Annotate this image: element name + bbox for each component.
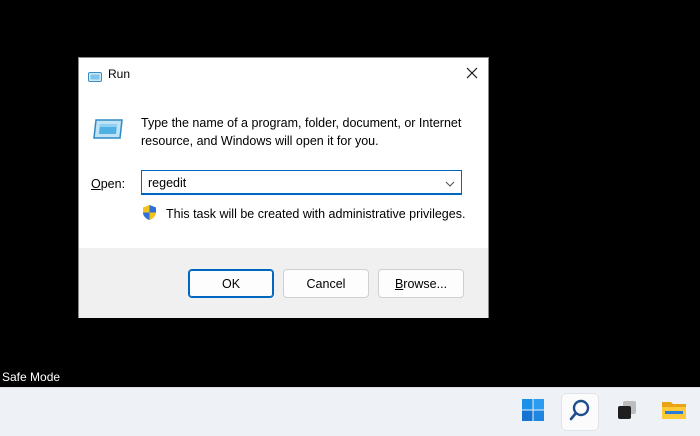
start-icon (521, 398, 545, 427)
open-combobox[interactable] (141, 170, 462, 195)
run-program-icon (92, 117, 124, 141)
open-label: Open: (91, 177, 125, 191)
start-button[interactable] (514, 393, 552, 431)
open-label-text: pen: (100, 177, 126, 191)
task-view-icon (615, 398, 639, 427)
file-explorer-icon (661, 398, 687, 427)
file-explorer-button[interactable] (655, 393, 693, 431)
uac-shield-icon (141, 204, 158, 221)
close-icon (466, 66, 478, 84)
open-label-accelerator: O (91, 177, 101, 191)
search-icon (568, 398, 592, 427)
ok-button[interactable]: OK (188, 269, 274, 298)
browse-accelerator: B (394, 276, 404, 291)
task-view-button[interactable] (608, 393, 646, 431)
dialog-title: Run (108, 67, 131, 81)
taskbar (0, 387, 700, 436)
close-button[interactable] (456, 58, 488, 91)
search-button[interactable] (561, 393, 599, 431)
dialog-titlebar[interactable]: Run (79, 58, 488, 91)
run-title-icon (88, 69, 102, 82)
run-dialog: Run Type the name of a program, folder, … (78, 57, 489, 318)
desktop: Run Type the name of a program, folder, … (0, 0, 700, 436)
browse-button[interactable]: Browse... (378, 269, 464, 298)
run-description: Type the name of a program, folder, docu… (141, 116, 462, 148)
cancel-button[interactable]: Cancel (283, 269, 369, 298)
safe-mode-label: Safe Mode (2, 370, 61, 384)
open-input[interactable] (148, 175, 438, 191)
admin-privileges-note: This task will be created with administr… (166, 207, 466, 221)
browse-label: rowse... (403, 276, 448, 291)
chevron-down-icon[interactable] (444, 177, 456, 189)
dialog-footer: OK Cancel Browse... (79, 248, 488, 318)
